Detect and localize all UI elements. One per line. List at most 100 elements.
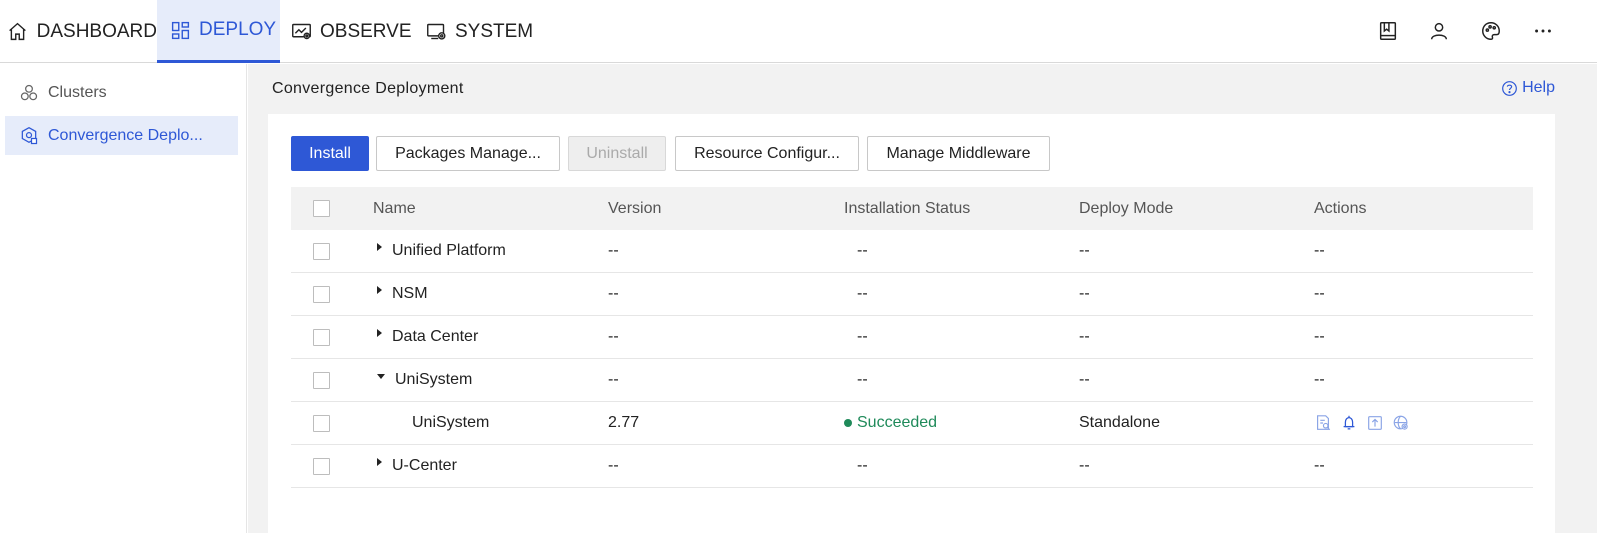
row-name: U-Center — [377, 445, 457, 487]
table-row: UniSystem -- -- -- -- — [291, 359, 1533, 402]
sidebar-item-convergence-deployment[interactable]: Convergence Deplo... — [5, 116, 238, 155]
uninstall-button: Uninstall — [568, 136, 666, 171]
row-name-text: UniSystem — [395, 371, 473, 388]
expand-caret-icon[interactable] — [377, 329, 382, 337]
tab-system[interactable]: SYSTEM — [425, 0, 533, 63]
table-row: NSM -- -- -- -- — [291, 273, 1533, 316]
manage-middleware-button[interactable]: Manage Middleware — [867, 136, 1050, 171]
row-name-text: UniSystem — [412, 414, 490, 431]
success-dot-icon — [844, 419, 852, 427]
row-version: 2.77 — [608, 414, 640, 431]
column-header-status: Installation Status — [844, 199, 971, 217]
sidebar-item-label: Clusters — [48, 83, 107, 101]
tab-system-label: SYSTEM — [455, 20, 534, 42]
more-icon[interactable] — [1530, 18, 1556, 44]
column-header-actions: Actions — [1314, 199, 1367, 217]
collapse-caret-icon[interactable] — [377, 373, 385, 379]
top-navigation: DASHBOARD DEPLOY OBSERVE SYSTEM — [0, 0, 1597, 63]
deployment-panel: Install Packages Manage... Uninstall Res… — [268, 114, 1555, 533]
column-header-name: Name — [373, 199, 416, 217]
row-actions — [1314, 402, 1418, 444]
table-row: Unified Platform -- -- -- -- — [291, 230, 1533, 273]
table-row: U-Center -- -- -- -- — [291, 445, 1533, 488]
row-status: -- — [857, 242, 868, 259]
row-status: -- — [857, 328, 868, 345]
deploy-gear-icon — [19, 126, 39, 146]
expand-caret-icon[interactable] — [377, 286, 382, 294]
select-all-checkbox[interactable] — [313, 200, 330, 217]
table-row: Data Center -- -- -- -- — [291, 316, 1533, 359]
row-checkbox[interactable] — [313, 243, 330, 260]
row-checkbox[interactable] — [313, 458, 330, 475]
row-actions: -- — [1314, 242, 1325, 259]
row-actions: -- — [1314, 328, 1325, 345]
help-link[interactable]: Help — [1501, 79, 1555, 97]
column-header-version: Version — [608, 199, 662, 217]
help-label: Help — [1522, 79, 1555, 96]
log-search-icon[interactable] — [1314, 414, 1332, 432]
row-deploy-mode: -- — [1079, 371, 1090, 388]
book-icon[interactable] — [1375, 18, 1401, 44]
row-checkbox[interactable] — [313, 286, 330, 303]
row-version: -- — [608, 328, 619, 345]
row-deploy-mode: -- — [1079, 328, 1090, 345]
row-name: Data Center — [377, 316, 478, 358]
row-deploy-mode: Standalone — [1079, 414, 1160, 431]
row-actions: -- — [1314, 371, 1325, 388]
tab-dashboard[interactable]: DASHBOARD — [0, 0, 157, 63]
packages-manage-button[interactable]: Packages Manage... — [376, 136, 560, 171]
row-actions: -- — [1314, 285, 1325, 302]
user-icon[interactable] — [1426, 18, 1452, 44]
sidebar: Clusters Convergence Deplo... — [0, 64, 247, 533]
upgrade-icon[interactable] — [1366, 414, 1384, 432]
expand-caret-icon[interactable] — [377, 458, 382, 466]
row-deploy-mode: -- — [1079, 242, 1090, 259]
row-status-text: Succeeded — [857, 414, 938, 431]
tab-deploy-label: DEPLOY — [199, 19, 277, 40]
row-checkbox[interactable] — [313, 329, 330, 346]
home-icon — [7, 21, 29, 43]
row-status: -- — [857, 457, 868, 474]
row-status: Succeeded — [844, 402, 937, 444]
sidebar-item-label: Convergence Deplo... — [48, 126, 203, 144]
tab-observe[interactable]: OBSERVE — [290, 0, 412, 63]
tab-deploy[interactable]: DEPLOY — [157, 0, 280, 63]
row-name-text: Data Center — [392, 328, 479, 345]
row-status: -- — [857, 285, 868, 302]
main-content: Convergence Deployment Help Install Pack… — [248, 64, 1597, 533]
row-version: -- — [608, 242, 619, 259]
row-name-text: Unified Platform — [392, 242, 506, 259]
row-actions: -- — [1314, 457, 1325, 474]
install-button[interactable]: Install — [291, 136, 369, 171]
column-header-deploy-mode: Deploy Mode — [1079, 199, 1174, 217]
clusters-icon — [19, 83, 39, 103]
row-version: -- — [608, 285, 619, 302]
row-name-text: NSM — [392, 285, 428, 302]
settings-globe-icon[interactable] — [1392, 414, 1410, 432]
row-name: UniSystem — [377, 359, 472, 401]
deployment-table: Name Version Installation Status Deploy … — [291, 187, 1533, 488]
row-status: -- — [857, 371, 868, 388]
row-deploy-mode: -- — [1079, 285, 1090, 302]
row-version: -- — [608, 457, 619, 474]
row-checkbox[interactable] — [313, 415, 330, 432]
tab-dashboard-label: DASHBOARD — [36, 20, 157, 42]
palette-icon[interactable] — [1478, 18, 1504, 44]
question-circle-icon — [1501, 80, 1518, 97]
resource-configuration-button[interactable]: Resource Configur... — [675, 136, 859, 171]
computer-gear-icon — [425, 21, 447, 43]
table-header: Name Version Installation Status Deploy … — [291, 187, 1533, 230]
row-name: NSM — [377, 273, 428, 315]
row-checkbox[interactable] — [313, 372, 330, 389]
monitor-chart-icon — [290, 21, 312, 43]
row-deploy-mode: -- — [1079, 457, 1090, 474]
row-name-text: U-Center — [392, 457, 457, 474]
tab-observe-label: OBSERVE — [320, 20, 412, 42]
page-title: Convergence Deployment — [272, 80, 464, 97]
sidebar-item-clusters[interactable]: Clusters — [5, 73, 238, 112]
table-row-child: UniSystem 2.77 Succeeded Standalone — [291, 402, 1533, 445]
grid-icon — [169, 19, 191, 41]
row-version: -- — [608, 371, 619, 388]
alert-bell-icon[interactable] — [1340, 414, 1358, 432]
expand-caret-icon[interactable] — [377, 243, 382, 251]
